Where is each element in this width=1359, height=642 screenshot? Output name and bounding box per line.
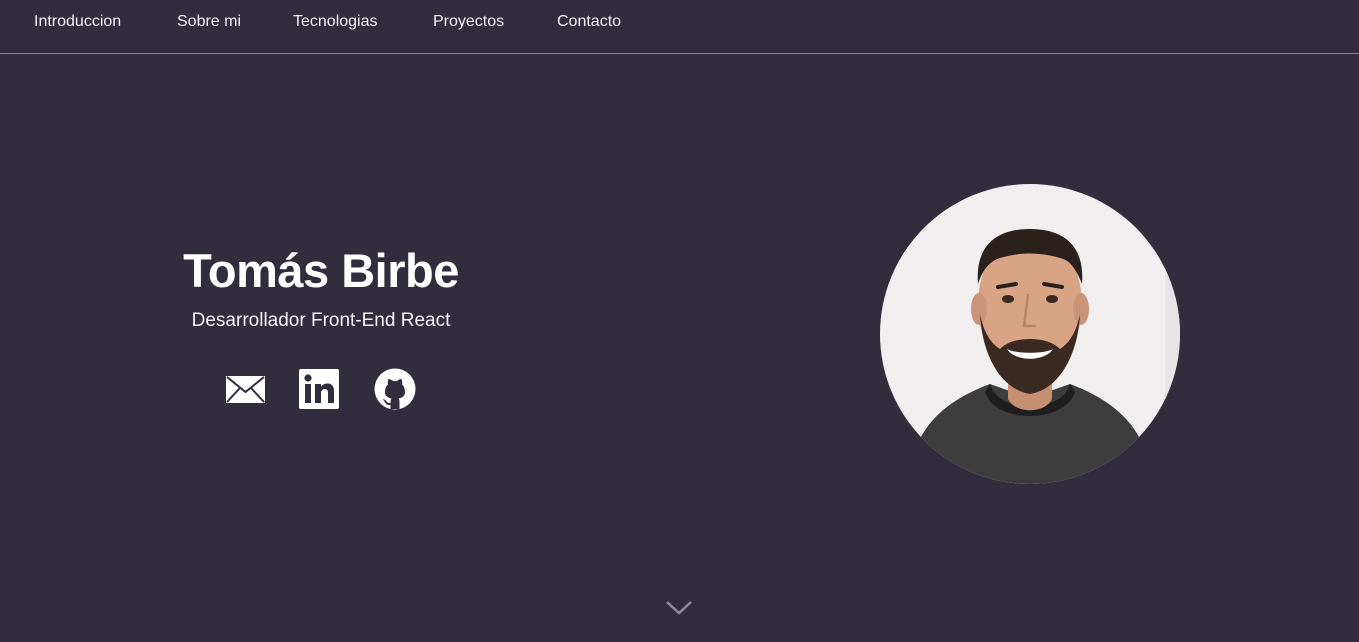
nav-tecnologias[interactable]: Tecnologias — [293, 12, 378, 32]
nav-proyectos[interactable]: Proyectos — [433, 12, 504, 32]
github-icon — [374, 368, 416, 410]
hero-name: Tomás Birbe — [183, 244, 459, 297]
hero-role: Desarrollador Front-End React — [191, 310, 451, 331]
top-navbar: Introduccion Sobre mi Tecnologias Proyec… — [0, 0, 1359, 54]
scroll-down-button[interactable] — [665, 598, 693, 618]
linkedin-link[interactable] — [298, 368, 340, 410]
profile-photo — [880, 184, 1180, 484]
profile-photo-illustration — [880, 184, 1180, 484]
github-link[interactable] — [374, 368, 416, 410]
linkedin-icon — [299, 369, 339, 409]
chevron-down-icon — [666, 601, 692, 615]
mail-icon — [225, 375, 265, 403]
nav-introduccion[interactable]: Introduccion — [34, 12, 121, 32]
nav-sobre-mi[interactable]: Sobre mi — [177, 12, 241, 32]
nav-contacto[interactable]: Contacto — [557, 12, 621, 32]
email-link[interactable] — [224, 368, 266, 410]
